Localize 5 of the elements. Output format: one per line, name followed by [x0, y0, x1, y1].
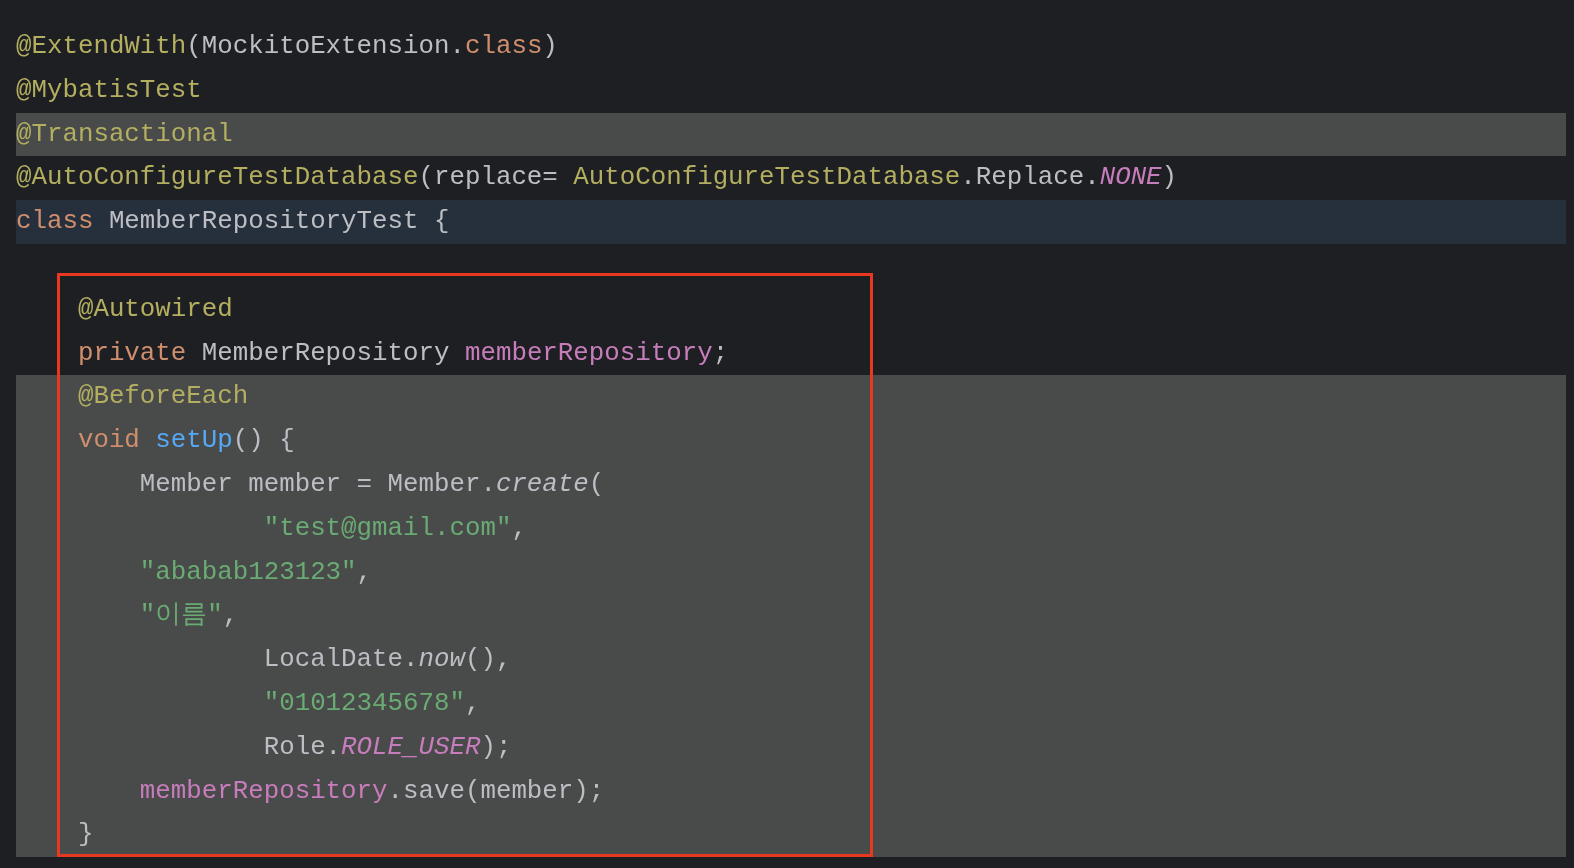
- code-line: @AutoConfigureTestDatabase(replace= AutoConfigureTestDatabase.Replace.NONE): [16, 162, 1179, 195]
- code-line: @Autowired: [76, 293, 234, 326]
- code-line: private MemberRepository memberRepository;: [76, 337, 730, 370]
- code-line: @ExtendWith(MockitoExtension.class): [16, 31, 559, 63]
- code-line: @MybatisTest: [16, 74, 203, 107]
